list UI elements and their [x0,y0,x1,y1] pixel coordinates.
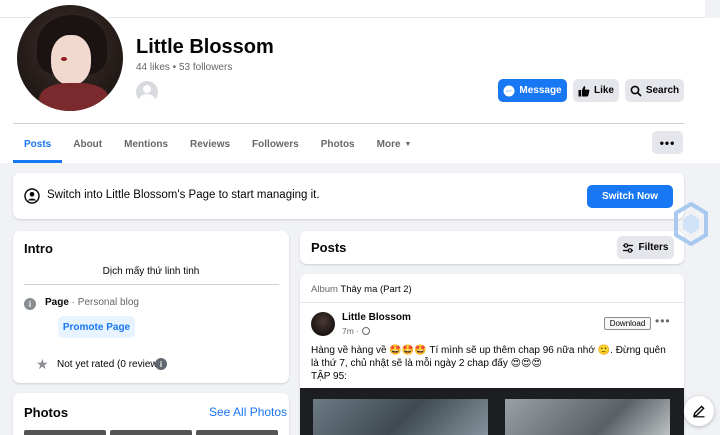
photo-thumbnail[interactable] [24,430,106,435]
intro-card: Intro Dịch mấy thứ linh tinh i Page · Pe… [13,231,289,383]
post-options-icon[interactable]: ••• [655,314,671,328]
more-options-button[interactable]: ••• [652,131,683,154]
switch-banner-text: Switch into Little Blossom's Page to sta… [47,189,320,201]
edit-icon [693,405,705,418]
header-divider [13,123,684,124]
star-icon: ★ [36,356,49,372]
post-text-line: TẬP 95: [311,371,347,383]
photo-thumbnail[interactable] [110,430,192,435]
page-stats[interactable]: 44 likes • 53 followers [136,62,232,73]
page-header: Little Blossom 44 likes • 53 followers M… [0,2,720,163]
page-title: Little Blossom [136,36,274,58]
post-author-avatar[interactable] [311,312,335,336]
photos-title: Photos [24,405,69,420]
tab-reviews[interactable]: Reviews [179,126,241,163]
tab-more[interactable]: More ▼ [366,126,423,163]
tab-posts[interactable]: Posts [13,126,63,163]
message-button[interactable]: Message [498,79,567,102]
tab-label: Followers [252,139,299,150]
tab-label: Posts [24,139,52,150]
category-label: Page [45,297,69,308]
tab-label: More [376,139,401,150]
post-text: Hàng về hàng về 🤩🤩🤩 Tí mình sẽ up thêm c… [311,344,676,384]
filters-button[interactable]: Filters [617,236,674,259]
compose-button[interactable] [684,396,714,426]
post-timestamp[interactable]: 7m · [342,326,370,336]
tab-label: Mentions [124,139,169,150]
thumbs-up-icon [578,85,590,96]
see-all-photos-link[interactable]: See All Photos [209,405,287,419]
globe-icon [362,327,370,335]
follower-avatar[interactable] [136,81,158,103]
album-prefix: Album [311,284,338,295]
search-button-label: Search [645,85,680,96]
rating-info-icon[interactable]: i [155,358,167,370]
post-time-text: 7m · [342,326,359,336]
page-profile-picture[interactable] [14,2,126,114]
search-icon [630,85,642,97]
intro-title: Intro [24,241,53,256]
posts-title: Posts [311,240,347,255]
album-line: Album Thây ma (Part 2) [311,284,412,295]
tab-about[interactable]: About [62,126,113,163]
page-category: Page · Personal blog [45,297,139,308]
caret-down-icon: ▼ [404,141,412,148]
switch-profile-icon [24,188,40,204]
tab-followers[interactable]: Followers [241,126,310,163]
photo-thumbnail[interactable] [196,430,278,435]
page-tabs: Posts About Mentions Reviews Followers P… [13,126,422,163]
album-name-link[interactable]: Thây ma (Part 2) [340,284,411,295]
search-button[interactable]: Search [625,79,684,102]
intro-divider [24,284,279,285]
switch-profile-banner: Switch into Little Blossom's Page to sta… [13,173,684,219]
download-button[interactable]: Download [604,317,651,330]
like-button-label: Like [593,85,614,96]
tab-label: Reviews [190,139,231,150]
download-label: Download [609,319,646,328]
hexagon-logo-icon [674,202,708,246]
category-value: · Personal blog [68,297,139,308]
info-icon: i [24,298,36,310]
post-image[interactable] [313,399,488,435]
post-images [300,388,684,435]
post-image[interactable] [505,399,670,435]
filters-icon [623,242,634,253]
switch-now-label: Switch Now [601,191,659,202]
avatar-face [51,35,91,85]
promote-page-label: Promote Page [62,321,131,333]
ellipsis-icon: ••• [659,135,676,150]
like-button[interactable]: Like [573,79,619,102]
rating-text: Not yet rated (0 reviews) [57,359,166,370]
messenger-icon [503,85,515,96]
tab-mentions[interactable]: Mentions [113,126,179,163]
avatar-body [39,83,109,111]
post-divider [300,302,684,303]
promote-page-button[interactable]: Promote Page [58,316,135,338]
post-author-name[interactable]: Little Blossom [342,312,411,323]
switch-now-button[interactable]: Switch Now [587,185,673,208]
tab-label: About [73,139,103,150]
photos-card: Photos See All Photos [13,393,289,435]
intro-bio: Dịch mấy thứ linh tinh [102,266,200,277]
message-button-label: Message [519,85,562,96]
avatar-eye [61,57,67,61]
tab-label: Photos [320,139,355,150]
filters-label: Filters [638,242,669,253]
post-card: Album Thây ma (Part 2) Little Blossom 7m… [300,274,684,435]
post-text-line: Hàng về hàng về 🤩🤩🤩 Tí mình sẽ up thêm c… [311,345,666,370]
tab-photos[interactable]: Photos [310,126,366,163]
